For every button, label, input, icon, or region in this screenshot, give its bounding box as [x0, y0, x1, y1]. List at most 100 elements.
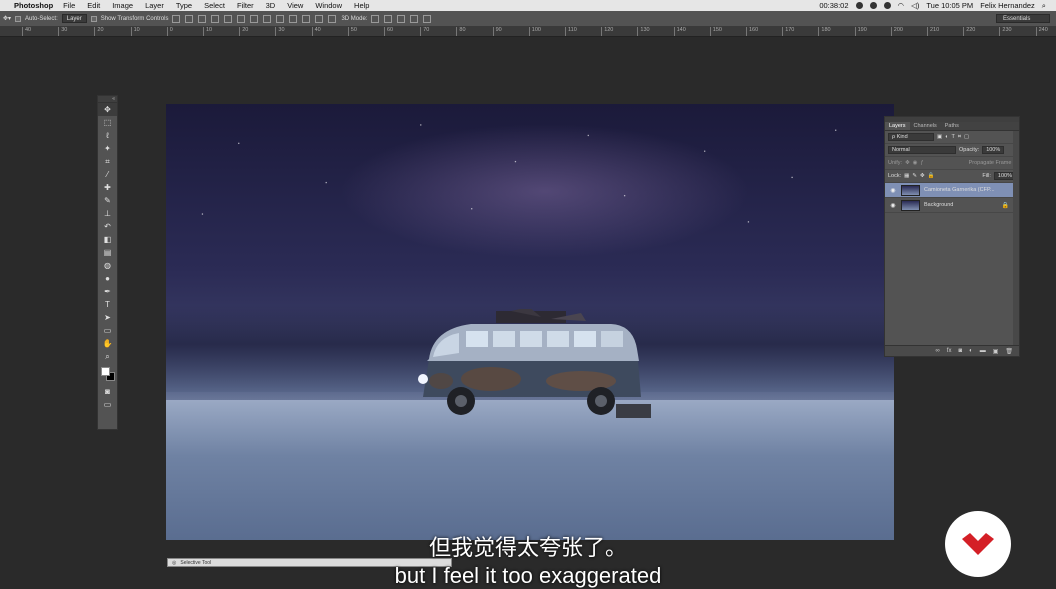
menu-file[interactable]: File [63, 1, 75, 10]
lock-image-icon[interactable]: ✎ [912, 173, 917, 179]
auto-select-checkbox[interactable] [15, 15, 22, 22]
3d-roll-icon[interactable] [384, 14, 393, 23]
visibility-eye-icon[interactable]: ◉ [889, 187, 897, 194]
lock-icon[interactable]: 🔒 [1002, 202, 1009, 209]
healing-brush-tool-icon[interactable]: ✚ [98, 181, 117, 194]
pen-tool-icon[interactable]: ✒ [98, 285, 117, 298]
distribute-bottom-icon[interactable] [276, 14, 285, 23]
foreground-color-swatch[interactable] [101, 367, 110, 376]
type-tool-icon[interactable]: T [98, 298, 117, 311]
clock[interactable]: Tue 10:05 PM [926, 1, 973, 10]
eyedropper-tool-icon[interactable]: ⁄ [98, 168, 117, 181]
distribute-left-icon[interactable] [289, 14, 298, 23]
tools-panel-grip[interactable]: « [98, 96, 117, 103]
align-top-icon[interactable] [172, 14, 181, 23]
unify-position-icon[interactable]: ✥ [905, 160, 910, 166]
horizontal-ruler[interactable]: 40 30 20 10 0 10 20 30 40 50 60 70 80 90 100 110 120 130 1… [0, 27, 1056, 37]
menu-layer[interactable]: Layer [145, 1, 164, 10]
menu-select[interactable]: Select [204, 1, 225, 10]
filter-adjustment-icon[interactable]: ◐ [945, 134, 948, 140]
filter-smart-object-icon[interactable]: ▢ [964, 134, 969, 140]
unify-style-icon[interactable]: ƒ [920, 160, 923, 166]
zoom-tool-icon[interactable]: ⌕ [98, 350, 117, 363]
layer-name[interactable]: Background [924, 202, 953, 208]
dodge-tool-icon[interactable]: ● [98, 272, 117, 285]
align-left-icon[interactable] [211, 14, 220, 23]
hand-tool-icon[interactable]: ✋ [98, 337, 117, 350]
align-right-icon[interactable] [237, 14, 246, 23]
filter-type-icon[interactable]: T [952, 134, 955, 140]
unify-visibility-icon[interactable]: ◉ [913, 160, 918, 166]
tab-channels[interactable]: Channels [910, 122, 941, 130]
clone-stamp-tool-icon[interactable]: ⊥ [98, 207, 117, 220]
tab-paths[interactable]: Paths [941, 122, 963, 130]
user-name[interactable]: Felix Hernandez [980, 1, 1035, 10]
spotlight-search-icon[interactable]: ⌕ [1042, 1, 1046, 11]
layer-name[interactable]: Camioneta Garnerika (CFP... [924, 187, 995, 193]
menu-window[interactable]: Window [315, 1, 342, 10]
align-middle-icon[interactable] [185, 14, 194, 23]
menu-type[interactable]: Type [176, 1, 192, 10]
3d-scale-icon[interactable] [423, 14, 432, 23]
menu-view[interactable]: View [287, 1, 303, 10]
menu-help[interactable]: Help [354, 1, 369, 10]
wifi-icon[interactable]: ◠ [898, 1, 905, 10]
blend-mode-dropdown[interactable]: Normal [888, 146, 956, 154]
layer-style-icon[interactable]: fx [947, 348, 952, 354]
status-icon[interactable] [883, 2, 891, 9]
layer-thumbnail[interactable] [901, 199, 920, 211]
auto-select-dropdown[interactable]: Layer [61, 14, 87, 23]
visibility-eye-icon[interactable]: ◉ [889, 202, 897, 209]
delete-layer-icon[interactable]: 🗑 [1005, 348, 1013, 355]
layer-thumbnail[interactable] [901, 184, 920, 196]
path-select-tool-icon[interactable]: ➤ [98, 311, 117, 324]
app-name-menu[interactable]: Photoshop [14, 1, 53, 10]
move-tool-icon[interactable]: ✥ [98, 103, 117, 116]
volume-icon[interactable]: ◁) [911, 1, 919, 10]
layer-row[interactable]: ◉ Camioneta Garnerika (CFP... [885, 183, 1019, 198]
layers-scrollbar[interactable] [1013, 131, 1019, 345]
align-bottom-icon[interactable] [198, 14, 207, 23]
lock-transparent-icon[interactable]: ▦ [904, 173, 909, 179]
quick-mask-icon[interactable]: ◙ [98, 385, 117, 398]
distribute-middle-icon[interactable] [263, 14, 272, 23]
menu-edit[interactable]: Edit [87, 1, 100, 10]
lock-all-icon[interactable]: 🔒 [928, 173, 935, 179]
menu-image[interactable]: Image [112, 1, 133, 10]
quick-select-tool-icon[interactable]: ✦ [98, 142, 117, 155]
3d-rotate-icon[interactable] [371, 14, 380, 23]
filter-shape-icon[interactable]: ⌗ [958, 134, 961, 141]
opacity-input[interactable]: 100% [982, 146, 1005, 154]
align-center-icon[interactable] [224, 14, 233, 23]
status-icon[interactable] [869, 2, 877, 9]
propagate-frame-label[interactable]: Propagate Frame 1 [969, 160, 1016, 166]
crop-tool-icon[interactable]: ⌗ [98, 155, 117, 168]
rectangle-tool-icon[interactable]: ▭ [98, 324, 117, 337]
gradient-tool-icon[interactable]: ▤ [98, 246, 117, 259]
layer-kind-filter[interactable]: ρ Kind [888, 133, 934, 141]
lock-position-icon[interactable]: ✥ [920, 173, 925, 179]
lasso-tool-icon[interactable]: ℓ [98, 129, 117, 142]
filter-pixel-icon[interactable]: ▣ [937, 134, 942, 140]
show-transform-checkbox[interactable] [90, 15, 97, 22]
blur-tool-icon[interactable]: ◍ [98, 259, 117, 272]
menu-3d[interactable]: 3D [266, 1, 276, 10]
menu-filter[interactable]: Filter [237, 1, 254, 10]
adjustment-layer-icon[interactable]: ◐ [969, 348, 973, 354]
document-canvas[interactable] [166, 104, 894, 540]
status-icon[interactable] [855, 2, 863, 9]
3d-pan-icon[interactable] [397, 14, 406, 23]
distribute-center-icon[interactable] [302, 14, 311, 23]
history-brush-tool-icon[interactable]: ↶ [98, 220, 117, 233]
link-layers-icon[interactable]: ∞ [936, 348, 940, 354]
layer-row[interactable]: ◉ Background 🔒 [885, 198, 1019, 213]
new-group-icon[interactable]: ▬ [980, 348, 986, 354]
3d-slide-icon[interactable] [410, 14, 419, 23]
distribute-right-icon[interactable] [315, 14, 324, 23]
move-tool-preset-icon[interactable]: ✥▾ [3, 15, 11, 22]
workspace-switcher[interactable]: Essentials [996, 14, 1050, 23]
new-layer-icon[interactable]: ▣ [993, 348, 999, 355]
add-mask-icon[interactable]: ◙ [958, 348, 962, 354]
screen-mode-icon[interactable]: ▭ [98, 398, 117, 411]
brush-tool-icon[interactable]: ✎ [98, 194, 117, 207]
